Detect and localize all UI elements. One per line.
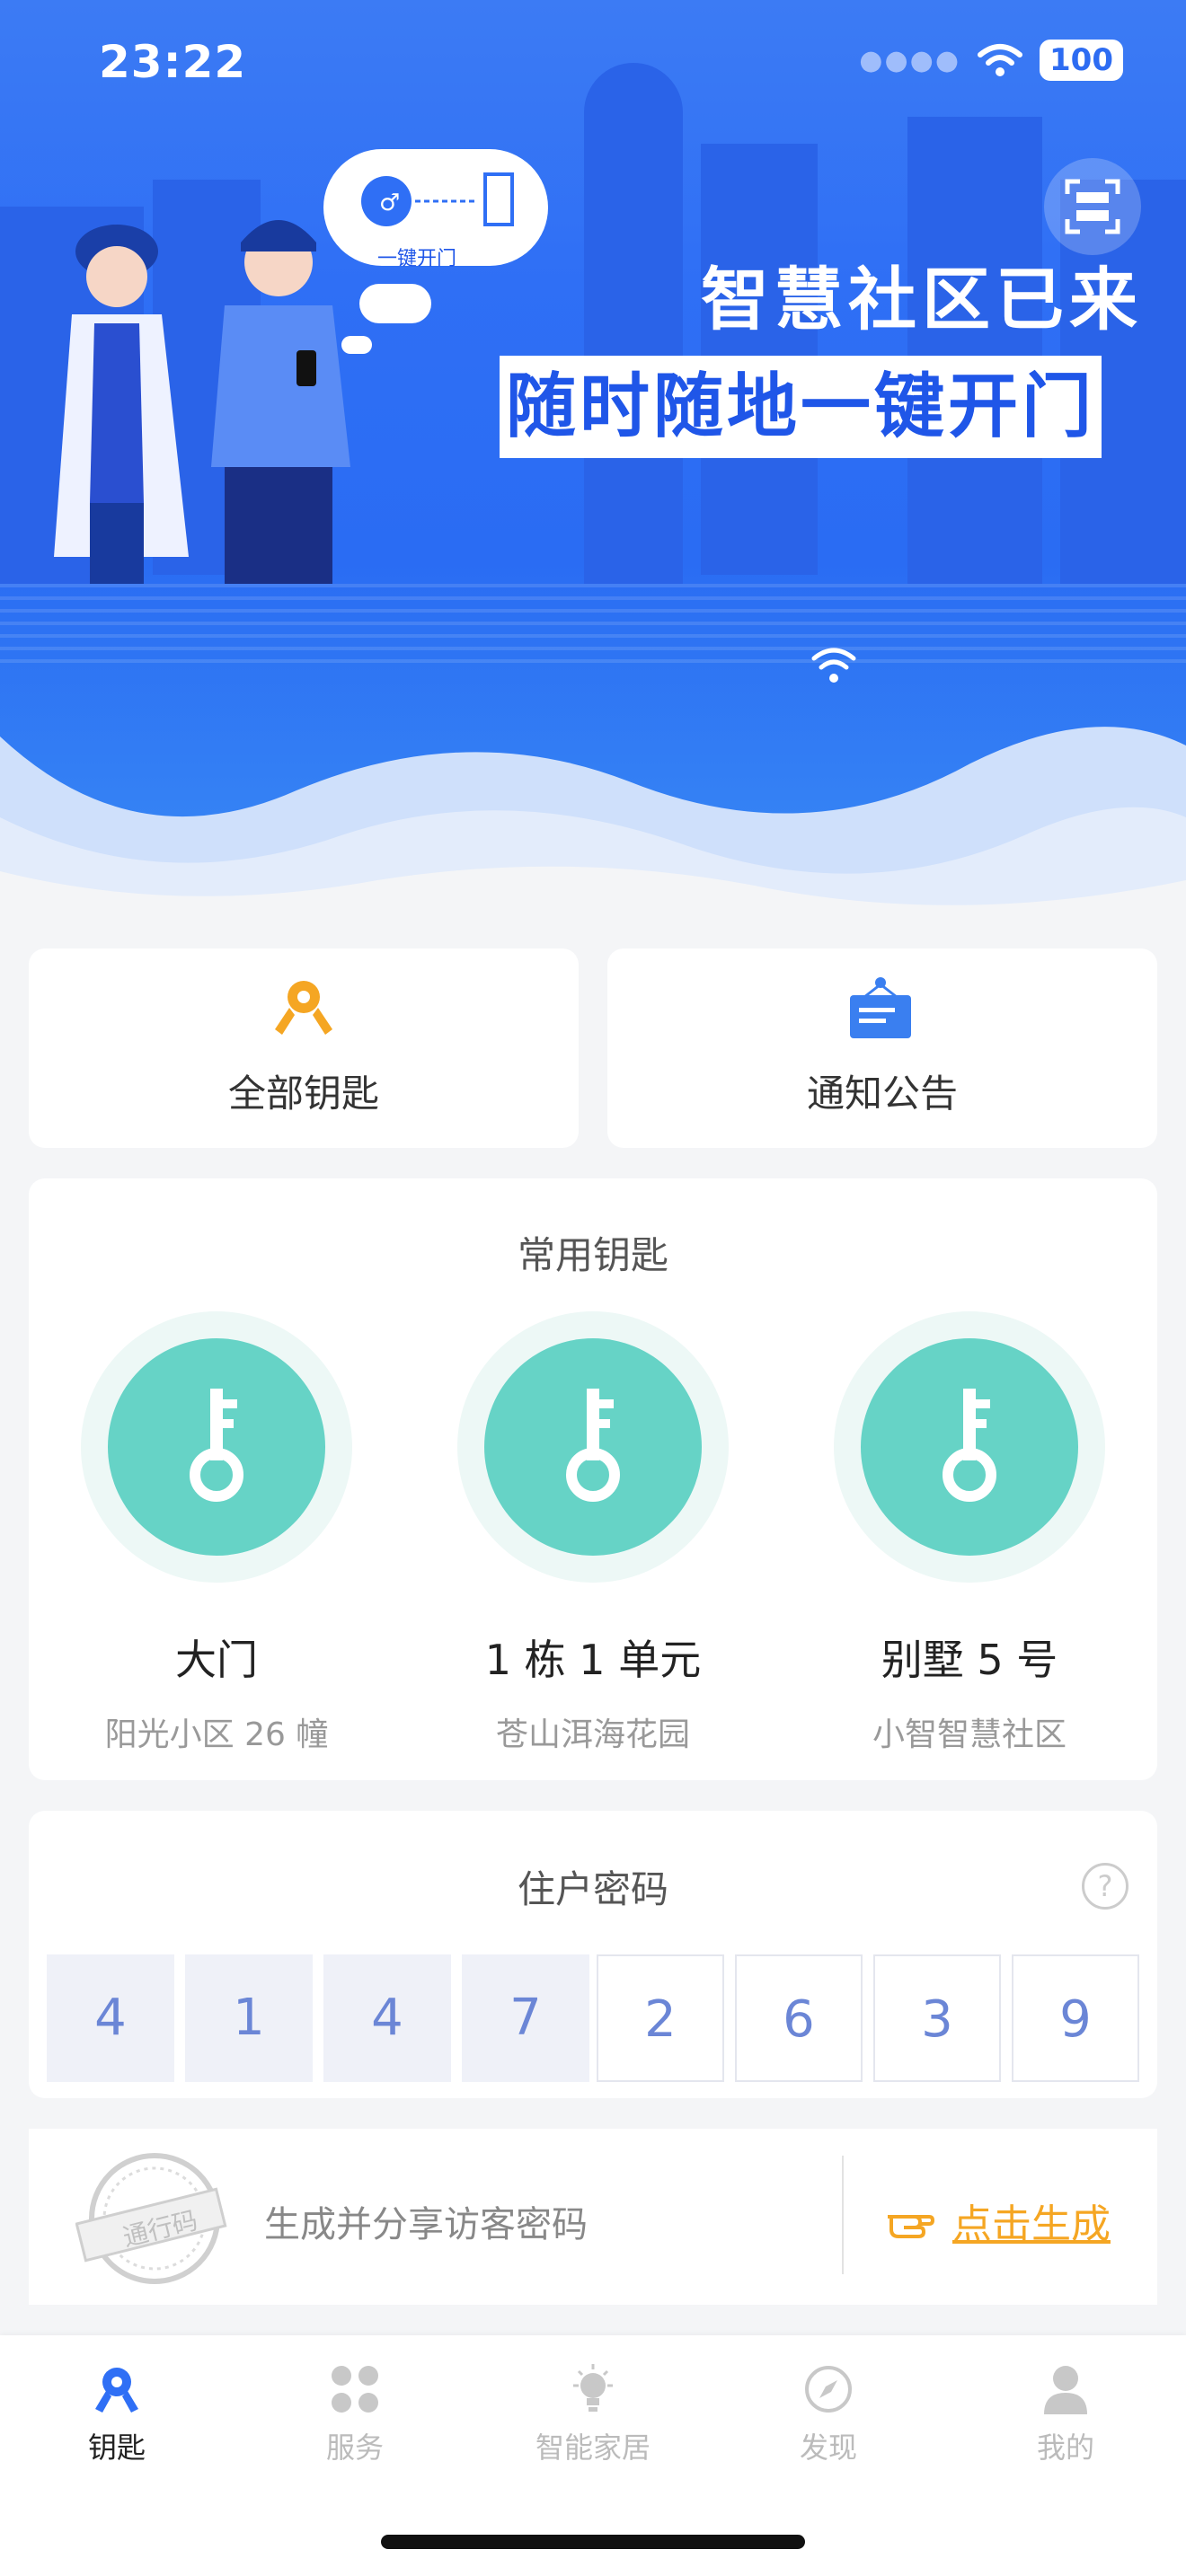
tab-smart-home[interactable]: 智能家居 <box>503 2362 683 2466</box>
tab-label: 服务 <box>325 2430 384 2465</box>
notice-card[interactable]: 通知公告 <box>607 948 1157 1148</box>
speech-bubble-small <box>359 284 431 323</box>
hero-banner: 23:22 ●●●● 100 ♂ 一键开门 智慧社区已来 随时随地一键开门 <box>0 0 1186 934</box>
resident-password-title: 住户密码 <box>517 1867 668 1911</box>
key-button[interactable] <box>81 1311 352 1583</box>
signal-icon: ●●●● <box>859 44 961 76</box>
password-digit: 3 <box>873 1954 1001 2082</box>
key-icon <box>190 1389 243 1502</box>
common-keys-title: 常用钥匙 <box>517 1233 668 1277</box>
scan-button[interactable] <box>1044 158 1141 255</box>
skyline <box>584 63 683 584</box>
bubble-label: 一键开门 <box>377 248 457 270</box>
key-name: 别墅 5 号 <box>881 1636 1058 1684</box>
tab-profile[interactable]: 我的 <box>976 2362 1155 2466</box>
keys-icon <box>275 981 332 1035</box>
tab-label: 钥匙 <box>87 2430 146 2465</box>
notice-label: 通知公告 <box>806 1072 958 1116</box>
password-digit: 4 <box>47 1954 174 2082</box>
key-name: 大门 <box>175 1636 258 1684</box>
banner-title: 智慧社区已来 <box>701 260 1143 340</box>
tab-label: 我的 <box>1036 2430 1094 2465</box>
tab-label: 发现 <box>799 2430 857 2465</box>
scan-icon <box>1065 179 1120 234</box>
notice-board-icon <box>850 977 911 1038</box>
visitor-description: 生成并分享访客密码 <box>264 2204 588 2245</box>
generate-button[interactable]: 点击生成 <box>884 2192 1111 2249</box>
svg-text:♂: ♂ <box>379 190 400 216</box>
password-digit: 7 <box>462 1954 589 2082</box>
key-location: 阳光小区 26 幢 <box>104 1716 329 1753</box>
wifi-icon <box>978 44 1023 76</box>
wave-decoration <box>0 727 1186 934</box>
key-icon <box>566 1389 620 1502</box>
password-digit: 1 <box>185 1954 313 2082</box>
bulb-tab-icon <box>573 2364 613 2412</box>
wifi-signal-icon <box>811 648 856 683</box>
password-digit: 4 <box>323 1954 451 2082</box>
key-circle <box>108 1338 325 1556</box>
help-icon[interactable]: ? <box>1082 1863 1128 1910</box>
battery-indicator: 100 <box>1040 40 1123 81</box>
generate-label[interactable]: 点击生成 <box>952 2192 1111 2249</box>
key-circle <box>484 1338 702 1556</box>
divider <box>842 2156 844 2274</box>
status-time: 23:22 <box>99 36 247 88</box>
key-location: 苍山洱海花园 <box>495 1716 690 1753</box>
skyline <box>907 117 1042 584</box>
password-digit: 6 <box>735 1954 863 2082</box>
all-keys-label: 全部钥匙 <box>227 1072 379 1116</box>
status-indicators: ●●●● 100 <box>859 40 1123 81</box>
key-circle <box>861 1338 1078 1556</box>
key-tab-icon <box>95 2368 138 2413</box>
key-button[interactable] <box>457 1311 729 1583</box>
password-digit: 9 <box>1012 1954 1139 2082</box>
grid-tab-icon <box>332 2366 378 2413</box>
light-bands <box>0 584 1186 665</box>
password-digit: 2 <box>597 1954 724 2082</box>
tab-keys[interactable]: 钥匙 <box>27 2362 207 2466</box>
tab-services[interactable]: 服务 <box>265 2362 445 2466</box>
tab-label: 智能家居 <box>535 2430 651 2465</box>
key-button[interactable] <box>834 1311 1105 1583</box>
speech-bubble-tiny <box>341 336 372 354</box>
banner-subtitle: 随时随地一键开门 <box>500 356 1102 458</box>
all-keys-card[interactable]: 全部钥匙 <box>29 948 579 1148</box>
key-location: 小智智慧社区 <box>872 1716 1067 1753</box>
user-tab-icon <box>1044 2366 1087 2414</box>
common-keys-card: 常用钥匙 大门 阳光小区 26 幢 1 栋 1 单元 苍山洱海花园 别墅 5 号… <box>29 1178 1157 1780</box>
key-icon <box>943 1389 996 1502</box>
pointing-hand-icon <box>888 2215 934 2238</box>
key-name: 1 栋 1 单元 <box>484 1636 702 1684</box>
tab-discover[interactable]: 发现 <box>739 2362 918 2466</box>
home-indicator <box>381 2535 805 2549</box>
compass-tab-icon <box>805 2366 852 2413</box>
